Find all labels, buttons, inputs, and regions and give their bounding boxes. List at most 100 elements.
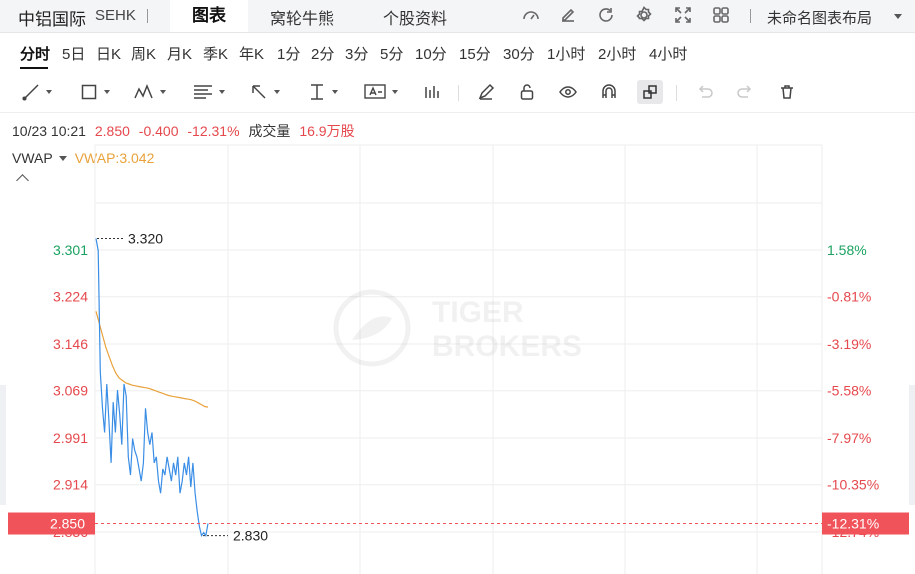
y-axis-left: 3.3013.2243.1463.0692.9912.9142.836 — [53, 242, 88, 540]
fibonacci-tool[interactable] — [193, 80, 225, 104]
refresh-icon[interactable] — [595, 4, 617, 26]
y-tick-right: -0.81% — [827, 289, 871, 305]
delete-tool[interactable] — [778, 80, 796, 104]
visibility-tool[interactable] — [559, 80, 577, 104]
redo-tool[interactable] — [736, 80, 754, 104]
period-week[interactable]: 周K — [131, 43, 156, 64]
arrow-tool[interactable] — [250, 80, 280, 104]
group-tool[interactable] — [637, 80, 663, 104]
redo-icon — [737, 85, 752, 98]
wave-pattern-icon — [134, 84, 153, 99]
y-tick-left: 3.146 — [53, 336, 88, 352]
text-box-icon — [364, 84, 386, 99]
period-1m[interactable]: 1分 — [277, 43, 300, 64]
trend-line-tool[interactable] — [22, 80, 52, 104]
gauge-icon[interactable] — [520, 4, 542, 26]
price-chart[interactable]: TIGER BROKERS 3.301 3.224 3.146 3.069 2.991 2… — [0, 140, 915, 574]
candlestick-tool[interactable] — [423, 80, 441, 104]
volume-label: 成交量 — [248, 123, 291, 139]
y-tick-right: -3.19% — [827, 336, 871, 352]
vwap-line — [95, 311, 209, 408]
period-10m[interactable]: 10分 — [415, 43, 447, 64]
active-period-indicator — [20, 67, 48, 69]
unlock-icon — [520, 84, 534, 100]
arrow-icon — [252, 85, 266, 99]
fibonacci-icon — [194, 85, 212, 99]
period-2h[interactable]: 2小时 — [598, 43, 636, 64]
chart-lines — [95, 238, 209, 538]
edit-icon[interactable] — [557, 4, 579, 26]
current-price-label: 2.850 — [50, 516, 85, 532]
volume-value: 16.9万股 — [299, 123, 355, 139]
current-pct-label: -12.31% — [827, 516, 879, 532]
y-tick-right: -10.35% — [827, 477, 879, 493]
rectangle-tool[interactable] — [80, 80, 110, 104]
pattern-tool[interactable] — [134, 80, 166, 104]
grid-layout-icon[interactable] — [710, 4, 732, 26]
layout-name[interactable]: 未命名图表布局 — [767, 7, 872, 28]
link-squares-icon — [643, 85, 657, 99]
measure-icon — [311, 84, 323, 100]
quote-change-pct: -12.31% — [187, 123, 240, 139]
period-30m[interactable]: 30分 — [503, 43, 535, 64]
trend-line-icon — [22, 84, 39, 101]
period-day[interactable]: 日K — [96, 43, 121, 64]
eye-icon — [559, 86, 577, 98]
scroll-edge-right[interactable] — [909, 385, 915, 505]
measure-tool[interactable] — [308, 80, 338, 104]
high-price-label: 3.320 — [128, 230, 163, 246]
period-5d[interactable]: 5日 — [62, 43, 85, 64]
magnet-tool[interactable] — [600, 80, 618, 104]
fullscreen-icon[interactable] — [672, 4, 694, 26]
watermark-line2: BROKERS — [432, 330, 582, 363]
trash-icon — [781, 85, 793, 99]
exchange-code: SEHK — [95, 7, 136, 24]
pen-tool[interactable] — [477, 80, 495, 104]
text-tool[interactable] — [364, 80, 398, 104]
y-tick-left: 2.914 — [53, 477, 88, 493]
period-intraday[interactable]: 分时 — [20, 43, 50, 64]
period-5m[interactable]: 5分 — [380, 43, 403, 64]
tab-warrants[interactable]: 窝轮牛熊 — [270, 5, 334, 29]
watermark-line1: TIGER — [432, 296, 524, 329]
divider — [147, 9, 148, 23]
lock-tool[interactable] — [518, 80, 536, 104]
quote-datetime: 10/23 10:21 — [12, 123, 86, 139]
undo-icon — [698, 85, 713, 98]
y-tick-right: -5.58% — [827, 383, 871, 399]
period-quarter[interactable]: 季K — [203, 43, 228, 64]
divider — [750, 9, 751, 23]
y-tick-left: 2.991 — [53, 430, 88, 446]
period-15m[interactable]: 15分 — [459, 43, 491, 64]
magnet-icon — [602, 84, 616, 98]
undo-tool[interactable] — [696, 80, 714, 104]
period-3m[interactable]: 3分 — [345, 43, 368, 64]
period-1h[interactable]: 1小时 — [547, 43, 585, 64]
pen-icon — [478, 83, 495, 100]
watermark: TIGER BROKERS — [333, 289, 582, 367]
quote-change: -0.400 — [138, 123, 179, 139]
period-month[interactable]: 月K — [167, 43, 192, 64]
chevron-down-icon[interactable] — [894, 14, 902, 19]
period-year[interactable]: 年K — [239, 43, 264, 64]
rectangle-icon — [81, 84, 97, 100]
y-tick-left: 3.224 — [53, 289, 88, 305]
quote-info: 10/23 10:21 2.850 -0.400 -12.31% 成交量 16.… — [12, 121, 360, 141]
period-2m[interactable]: 2分 — [311, 43, 334, 64]
y-tick-right: 1.58% — [827, 242, 867, 258]
y-tick-left: 3.069 — [53, 383, 88, 399]
y-tick-left: 3.301 — [53, 242, 88, 258]
divider — [458, 85, 459, 101]
scroll-edge-left[interactable] — [0, 385, 6, 505]
y-axis-right: 1.58% -0.81% -3.19% -5.58% -7.97% -10.35% -12.… — [827, 242, 879, 540]
quote-price: 2.850 — [94, 123, 130, 139]
tab-profile[interactable]: 个股资料 — [383, 5, 447, 29]
period-4h[interactable]: 4小时 — [649, 43, 687, 64]
period-bar: 分时 5日 日K 周K 月K 季K 年K 1分 2分 3分 5分 10分 15分… — [0, 32, 915, 70]
low-price-label: 2.830 — [233, 528, 268, 544]
price-line — [95, 238, 209, 538]
gear-icon[interactable] — [633, 4, 655, 26]
stock-name: 中铝国际 — [18, 10, 86, 29]
tab-chart[interactable]: 图表 — [170, 0, 248, 32]
bars-icon — [425, 86, 439, 98]
